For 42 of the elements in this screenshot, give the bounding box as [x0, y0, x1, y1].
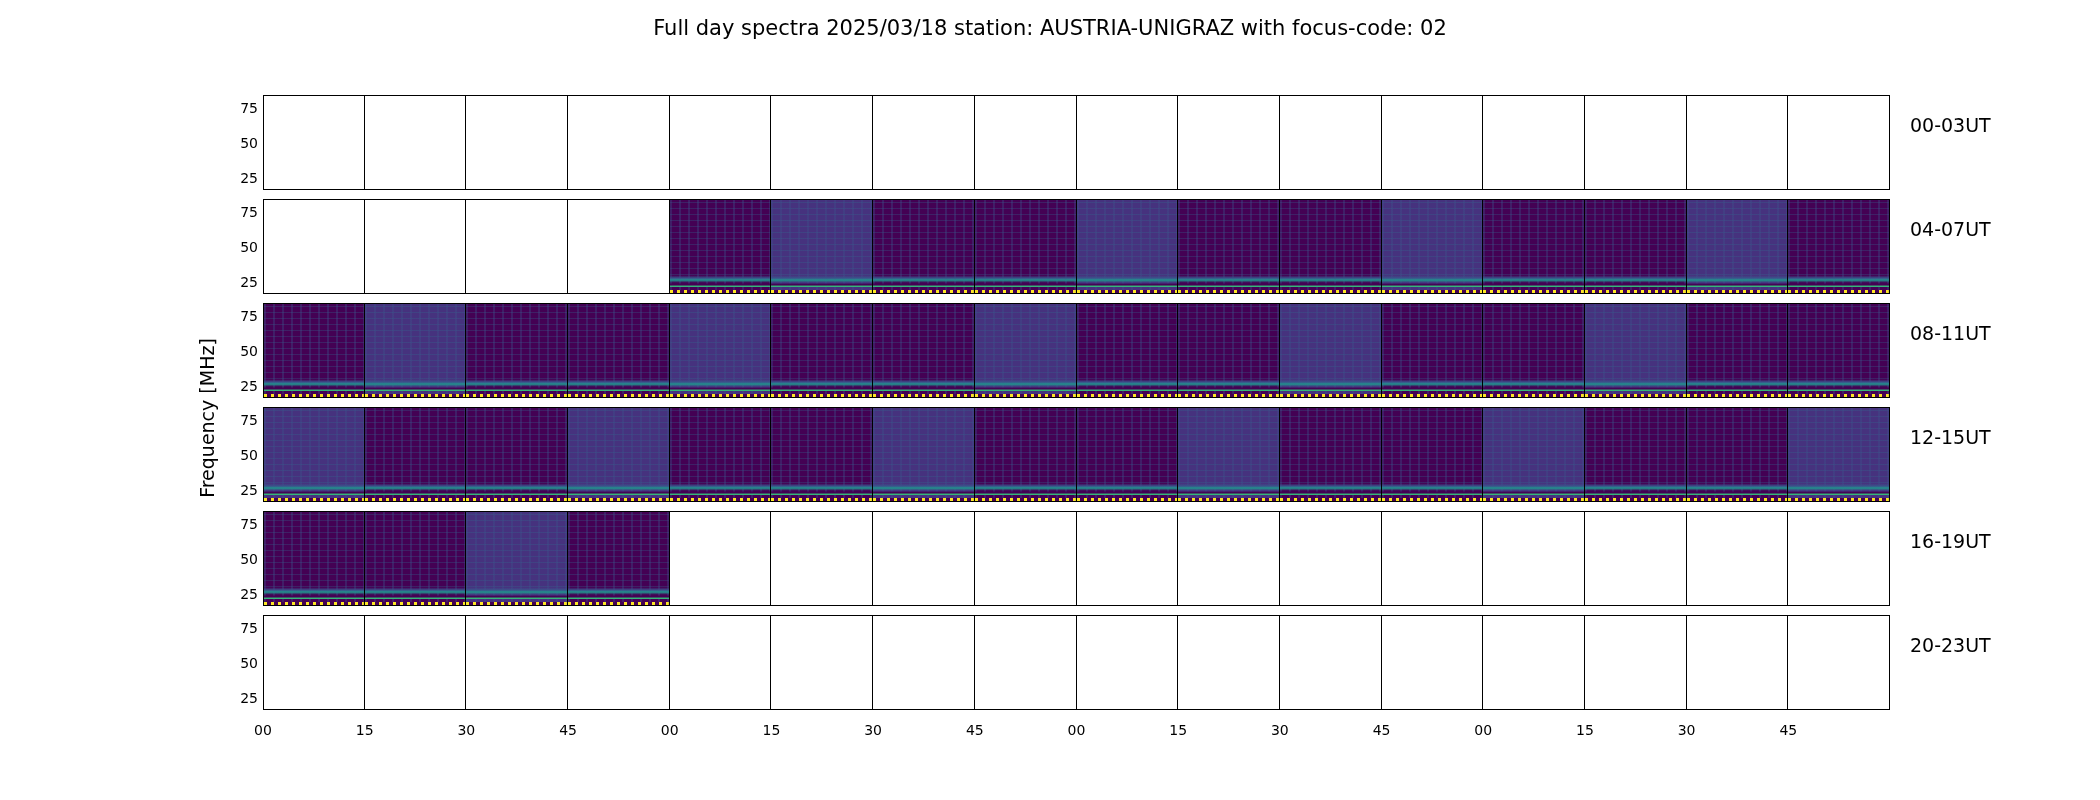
x-tick-label: 15: [1576, 722, 1594, 738]
x-tick-label: 15: [355, 722, 374, 738]
y-axis-label: Frequency [MHz]: [196, 337, 218, 498]
y-tick-label: 50: [240, 656, 258, 670]
figure-title: Full day spectra 2025/03/18 station: AUSTRIA-UNIGRAZ with focus-code: 02: [653, 15, 1447, 42]
x-tick-label: 45: [559, 722, 577, 738]
y-tick-label: 50: [240, 344, 258, 358]
row-time-label: 08-11UT: [1910, 321, 1991, 346]
row-time-label: 12-15UT: [1910, 425, 1991, 450]
x-tick-label: 30: [864, 722, 883, 738]
x-tick-label: 45: [1779, 722, 1798, 738]
x-tick-label: 00: [254, 722, 272, 738]
x-tick-label: 30: [1677, 722, 1696, 738]
y-tick-label: 75: [240, 621, 258, 635]
x-tick-label: 00: [660, 722, 679, 738]
row-time-label: 16-19UT: [1910, 529, 1991, 554]
x-tick-label: 15: [762, 722, 781, 738]
y-tick-label: 50: [240, 136, 258, 150]
y-tick-label: 25: [240, 171, 258, 185]
x-tick-label: 45: [1372, 722, 1391, 738]
y-tick-label: 75: [240, 101, 258, 115]
row-time-label: 20-23UT: [1910, 633, 1991, 658]
y-tick-label: 25: [240, 379, 258, 393]
x-tick-label: 00: [1474, 722, 1493, 738]
x-tick-label: 30: [457, 722, 476, 738]
x-tick-label: 45: [965, 722, 984, 738]
y-tick-label: 75: [240, 413, 258, 427]
x-tick-label: 30: [1270, 722, 1289, 738]
y-tick-label: 50: [240, 448, 258, 462]
row-time-label: 04-07UT: [1910, 217, 1991, 242]
y-tick-label: 75: [240, 309, 258, 323]
x-tick-label: 00: [1067, 722, 1086, 738]
y-tick-label: 25: [240, 483, 258, 497]
y-tick-label: 25: [240, 587, 258, 601]
y-tick-label: 75: [240, 205, 258, 219]
y-tick-label: 75: [240, 517, 258, 531]
y-tick-label: 25: [240, 275, 258, 289]
row-time-label: 00-03UT: [1910, 113, 1991, 138]
y-tick-label: 50: [240, 552, 258, 566]
y-tick-label: 50: [240, 240, 258, 254]
y-tick-label: 25: [240, 691, 258, 705]
x-tick-label: 15: [1169, 722, 1188, 738]
